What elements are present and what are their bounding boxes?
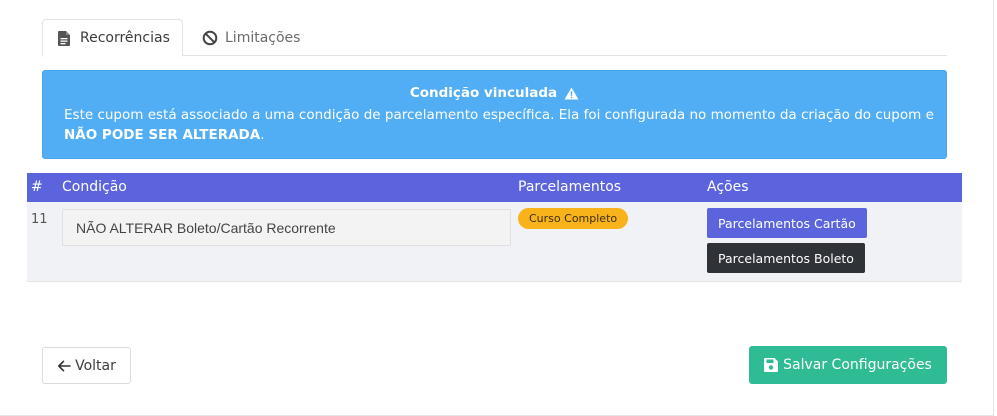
alert-title: Condição vinculada: [43, 85, 946, 101]
arrow-left-icon: [57, 360, 71, 372]
document-icon: [56, 30, 72, 46]
table-header: # Condição Parcelamentos Ações: [27, 173, 962, 202]
tab-label: Recorrências: [80, 30, 170, 46]
warning-icon: [564, 87, 579, 100]
header-condition: Condição: [62, 179, 127, 195]
alert-title-text: Condição vinculada: [409, 85, 558, 101]
row-number: 11: [31, 212, 48, 227]
save-settings-button[interactable]: Salvar Configurações: [749, 346, 947, 384]
alert-body-strong: NÃO PODE SER ALTERADA: [64, 127, 261, 143]
back-label: Voltar: [75, 357, 116, 374]
info-alert: Condição vinculada Este cupom está assoc…: [42, 70, 947, 159]
header-actions: Ações: [707, 179, 749, 195]
alert-body: Este cupom está associado a uma condição…: [64, 105, 934, 145]
header-num: #: [31, 179, 43, 195]
ban-icon: [202, 30, 218, 46]
condition-field: NÃO ALTERAR Boleto/Cartão Recorrente: [62, 209, 511, 246]
header-installments: Parcelamentos: [518, 179, 622, 195]
back-button[interactable]: Voltar: [42, 347, 131, 384]
tab-recorrencias[interactable]: Recorrências: [42, 19, 183, 57]
save-icon: [764, 358, 779, 372]
alert-body-end: .: [260, 127, 265, 143]
page-frame: Recorrências Limitações Condição vincula…: [0, 0, 994, 416]
status-badge: Curso Completo: [518, 208, 629, 229]
installments-boleto-button[interactable]: Parcelamentos Boleto: [707, 243, 865, 273]
tab-label: Limitações: [225, 29, 301, 46]
save-label: Salvar Configurações: [783, 357, 932, 373]
tab-bar: Recorrências Limitações: [42, 19, 947, 57]
tab-limitacoes[interactable]: Limitações: [202, 19, 300, 56]
alert-body-text: Este cupom está associado a uma condição…: [64, 107, 934, 123]
installments-card-button[interactable]: Parcelamentos Cartão: [707, 208, 867, 238]
